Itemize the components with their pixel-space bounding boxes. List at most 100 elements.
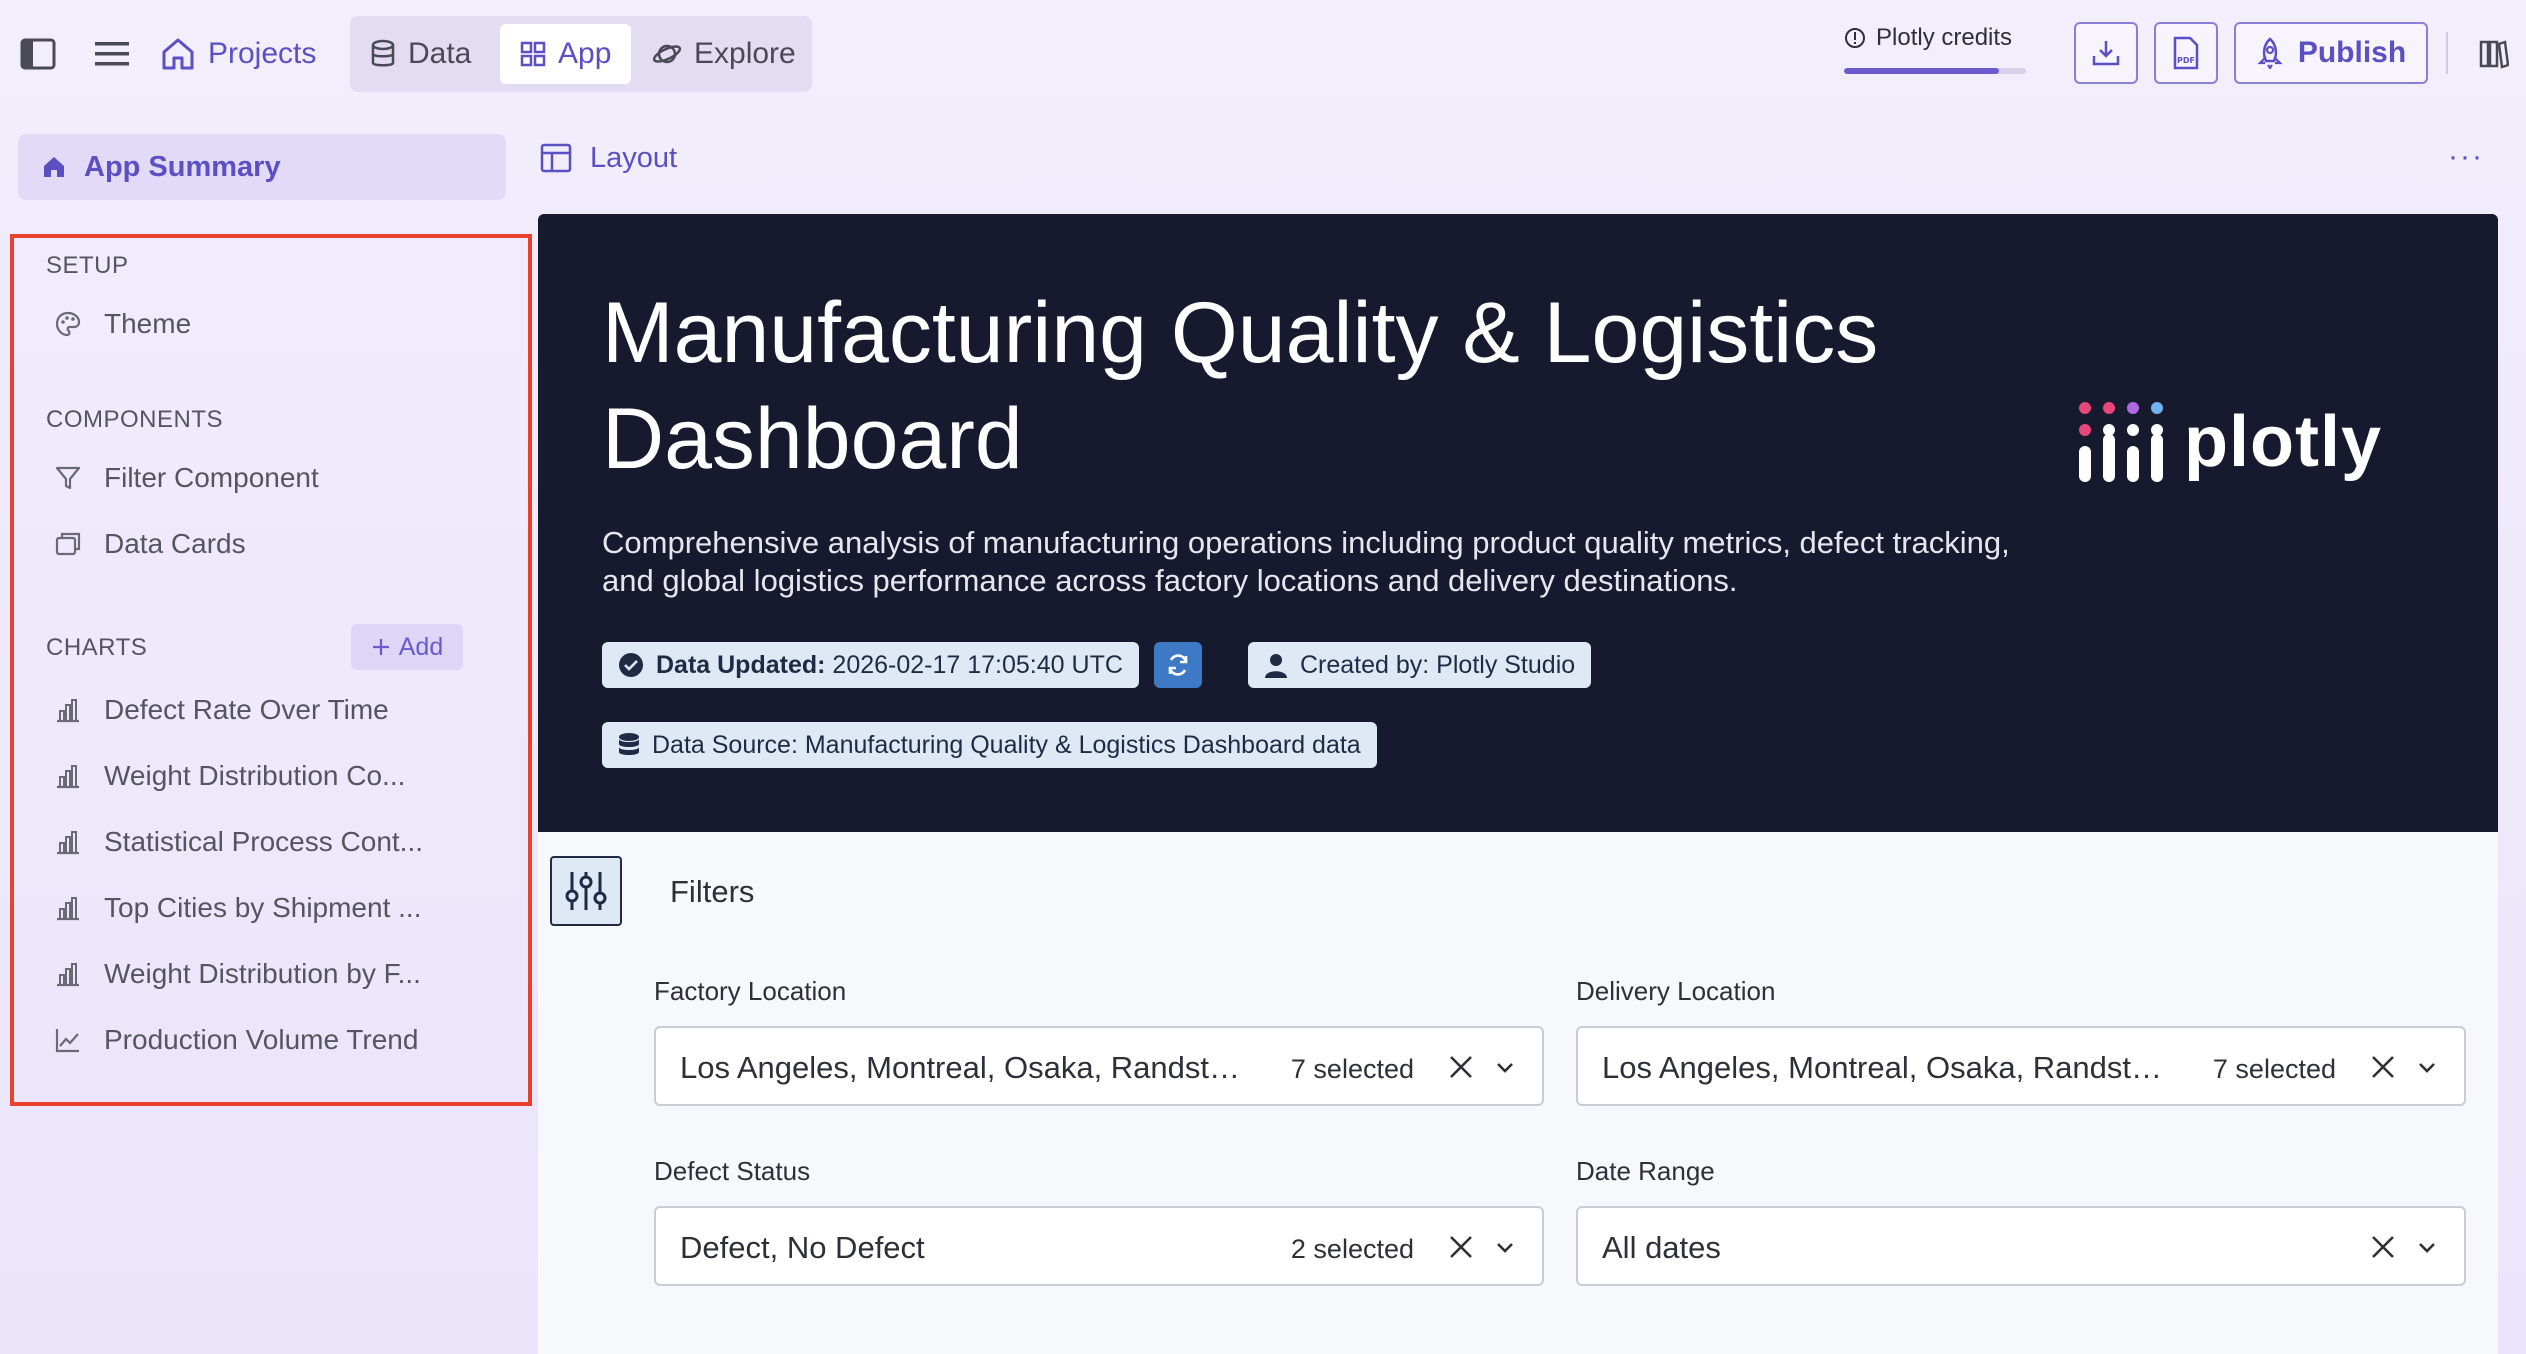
- clear-icon[interactable]: [2368, 1232, 2398, 1262]
- sidebar-item-defect-rate-over-time[interactable]: Defect Rate Over Time: [54, 686, 389, 734]
- home-icon: [160, 37, 196, 71]
- user-icon: [1264, 652, 1288, 678]
- docs-icon[interactable]: [2474, 34, 2514, 74]
- sidebar-item-weight-distribution-co[interactable]: Weight Distribution Co...: [54, 752, 405, 800]
- factory-location-select[interactable]: Los Angeles, Montreal, Osaka, Randstad, …: [654, 1026, 1544, 1106]
- sidebar-item-theme[interactable]: Theme: [54, 300, 191, 348]
- tab-data[interactable]: Data: [350, 24, 491, 84]
- tab-app-label: App: [558, 37, 612, 70]
- data-updated-value: 2026-02-17 17:05:40 UTC: [832, 650, 1123, 679]
- tab-app[interactable]: App: [500, 24, 632, 84]
- projects-link[interactable]: Projects: [160, 30, 316, 78]
- sidebar-item-statistical-process-cont[interactable]: Statistical Process Cont...: [54, 818, 423, 866]
- filters-title: Filters: [670, 874, 755, 909]
- plotly-logo-text: plotly: [2184, 402, 2382, 482]
- select-value: All dates: [1602, 1230, 1721, 1265]
- data-updated-badge: Data Updated: 2026-02-17 17:05:40 UTC: [602, 642, 1139, 688]
- sidebar-item-label: Filter Component: [104, 462, 319, 493]
- app-summary-item[interactable]: App Summary: [18, 134, 506, 200]
- plotly-logo: plotly: [2078, 400, 2382, 484]
- bar-chart-icon: [54, 762, 82, 790]
- database-filled-icon: [618, 732, 640, 758]
- clear-icon[interactable]: [2368, 1052, 2398, 1082]
- charts-header: CHARTS: [46, 634, 148, 661]
- sidebar-item-filter-component[interactable]: Filter Component: [54, 454, 319, 502]
- palette-icon: [54, 310, 82, 338]
- publish-label: Publish: [2297, 36, 2407, 69]
- sidebar-item-label: Weight Distribution by F...: [104, 958, 421, 989]
- date-range-select[interactable]: All dates: [1576, 1206, 2466, 1286]
- sidebar-item-label: Production Volume Trend: [104, 1024, 419, 1055]
- delivery-location-select[interactable]: Los Angeles, Montreal, Osaka, Randstad, …: [1576, 1026, 2466, 1106]
- date-range-label: Date Range: [1576, 1156, 1715, 1186]
- chevron-down-icon[interactable]: [2416, 1236, 2438, 1258]
- bar-chart-icon: [54, 696, 82, 724]
- mode-switcher: Data App Explore: [350, 16, 812, 92]
- sidebar-item-label: Theme: [104, 308, 192, 339]
- menu-icon[interactable]: [92, 34, 132, 74]
- layout-header[interactable]: Layout: [540, 136, 677, 180]
- select-value: Los Angeles, Montreal, Osaka, Randstad, …: [1602, 1050, 2172, 1085]
- data-updated-label: Data Updated:: [656, 650, 826, 679]
- sidebar-item-label: Defect Rate Over Time: [104, 694, 389, 725]
- add-chart-button[interactable]: Add: [351, 624, 463, 670]
- app-canvas: Manufacturing Quality & Logistics Dashbo…: [538, 214, 2498, 1354]
- select-value: Los Angeles, Montreal, Osaka, Randstad, …: [680, 1050, 1250, 1085]
- chevron-down-icon[interactable]: [1494, 1236, 1516, 1258]
- sidebar-item-label: Weight Distribution Co...: [104, 760, 406, 791]
- toolbar-divider: [2446, 32, 2448, 74]
- plus-icon: [371, 637, 391, 657]
- created-by-badge: Created by: Plotly Studio: [1248, 642, 1592, 688]
- cards-icon: [54, 530, 82, 558]
- layout-label: Layout: [590, 141, 678, 174]
- sidebar-item-data-cards[interactable]: Data Cards: [54, 520, 246, 568]
- bar-chart-icon: [54, 894, 82, 922]
- clear-icon[interactable]: [1446, 1232, 1476, 1262]
- home-filled-icon: [42, 155, 66, 179]
- rocket-icon: [2256, 37, 2284, 69]
- factory-location-label: Factory Location: [654, 976, 847, 1006]
- bar-chart-icon: [54, 828, 82, 856]
- created-by-text: Created by: Plotly Studio: [1300, 650, 1576, 679]
- plotly-logo-mark: [2079, 402, 2163, 482]
- delivery-location-label: Delivery Location: [1576, 976, 1776, 1006]
- sidebar-item-production-volume-trend[interactable]: Production Volume Trend: [54, 1016, 418, 1064]
- selected-count: 7 selected: [2212, 1054, 2336, 1084]
- dashboard-header: Manufacturing Quality & Logistics Dashbo…: [538, 214, 2498, 832]
- data-source-badge: Data Source: Manufacturing Quality & Log…: [602, 722, 1377, 768]
- planet-icon: [652, 40, 682, 68]
- add-label: Add: [398, 632, 444, 661]
- publish-button[interactable]: Publish: [2234, 22, 2428, 84]
- svg-text:PDF: PDF: [2177, 56, 2195, 65]
- clear-icon[interactable]: [1446, 1052, 1476, 1082]
- defect-status-select[interactable]: Defect, No Defect 2 selected: [654, 1206, 1544, 1286]
- chevron-down-icon[interactable]: [1494, 1056, 1516, 1078]
- pdf-export-button[interactable]: PDF: [2154, 22, 2218, 84]
- refresh-icon: [1165, 652, 1191, 678]
- bar-chart-icon: [54, 960, 82, 988]
- sidebar-item-weight-distribution-by-f[interactable]: Weight Distribution by F...: [54, 950, 421, 998]
- more-options-icon[interactable]: ···: [2448, 140, 2484, 174]
- tab-explore[interactable]: Explore: [632, 24, 816, 84]
- chevron-down-icon[interactable]: [2416, 1056, 2438, 1078]
- credits-progress-bar: [1844, 68, 2026, 74]
- sliders-icon: [564, 870, 608, 912]
- app-summary-label: App Summary: [84, 150, 281, 183]
- sidebar-item-top-cities-by-shipment[interactable]: Top Cities by Shipment ...: [54, 884, 421, 932]
- line-chart-icon: [54, 1026, 82, 1054]
- projects-label: Projects: [208, 37, 317, 70]
- data-source-text: Data Source: Manufacturing Quality & Log…: [652, 730, 1361, 759]
- layout-icon: [540, 143, 572, 173]
- plotly-credits[interactable]: Plotly credits: [1844, 24, 2026, 80]
- download-button[interactable]: [2074, 22, 2138, 84]
- selected-count: 7 selected: [1290, 1054, 1414, 1084]
- sidebar-toggle-icon[interactable]: [18, 34, 58, 74]
- defect-status-label: Defect Status: [654, 1156, 811, 1186]
- database-icon: [370, 39, 396, 69]
- info-icon: [1844, 27, 1866, 49]
- refresh-button[interactable]: [1154, 642, 1202, 688]
- sidebar-panel: SETUP Theme COMPONENTS Filter Component …: [10, 234, 532, 1106]
- sidebar-item-label: Data Cards: [104, 528, 246, 559]
- components-header: COMPONENTS: [46, 406, 224, 433]
- filters-toggle-button[interactable]: [550, 856, 622, 926]
